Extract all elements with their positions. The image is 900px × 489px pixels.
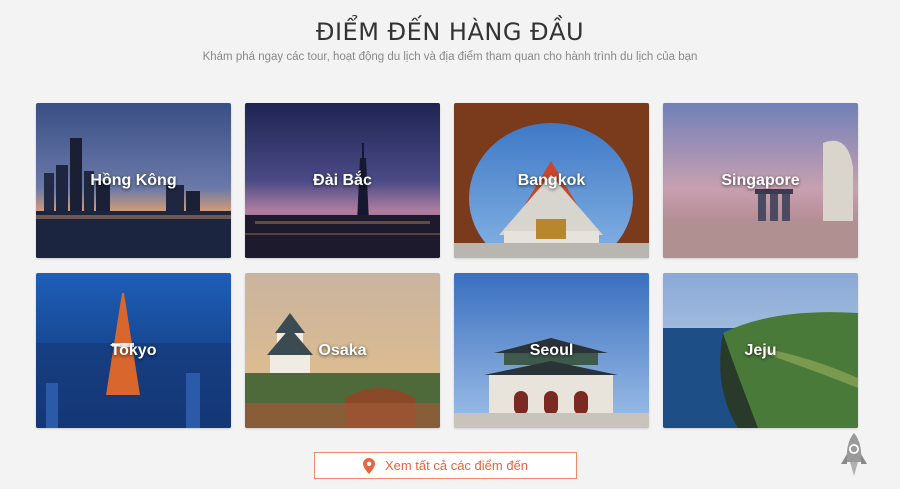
destination-label: Hồng Kông xyxy=(90,171,177,189)
view-all-destinations-button[interactable]: Xem tất cả các điểm đến xyxy=(314,452,577,479)
destination-label: Đài Bắc xyxy=(313,171,372,189)
destination-label: Osaka xyxy=(318,341,367,359)
rocket-icon xyxy=(841,433,867,476)
destination-card-jeju[interactable]: Jeju xyxy=(663,273,858,428)
map-pin-icon xyxy=(362,457,375,474)
view-all-destinations-label: Xem tất cả các điểm đến xyxy=(384,458,529,473)
destination-grid: Hồng Kông Đài Bắc Bangkok Singapore Toky… xyxy=(36,103,858,428)
destination-label: Seoul xyxy=(529,341,574,359)
destination-card-bangkok[interactable]: Bangkok xyxy=(454,103,649,258)
destination-card-taipei[interactable]: Đài Bắc xyxy=(245,103,440,258)
page-title: ĐIỂM ĐẾN HÀNG ĐẦU xyxy=(315,18,585,46)
scroll-to-top-button[interactable] xyxy=(840,432,868,478)
destination-label: Singapore xyxy=(721,171,800,189)
destination-label: Tokyo xyxy=(110,341,157,359)
destination-label: Jeju xyxy=(744,341,777,359)
destination-label: Bangkok xyxy=(517,171,586,189)
destination-card-hong-kong[interactable]: Hồng Kông xyxy=(36,103,231,258)
destination-card-tokyo[interactable]: Tokyo xyxy=(36,273,231,428)
destination-card-osaka[interactable]: Osaka xyxy=(245,273,440,428)
destination-card-singapore[interactable]: Singapore xyxy=(663,103,858,258)
destination-card-seoul[interactable]: Seoul xyxy=(454,273,649,428)
page-subtitle: Khám phá ngay các tour, hoạt động du lịc… xyxy=(202,51,698,63)
